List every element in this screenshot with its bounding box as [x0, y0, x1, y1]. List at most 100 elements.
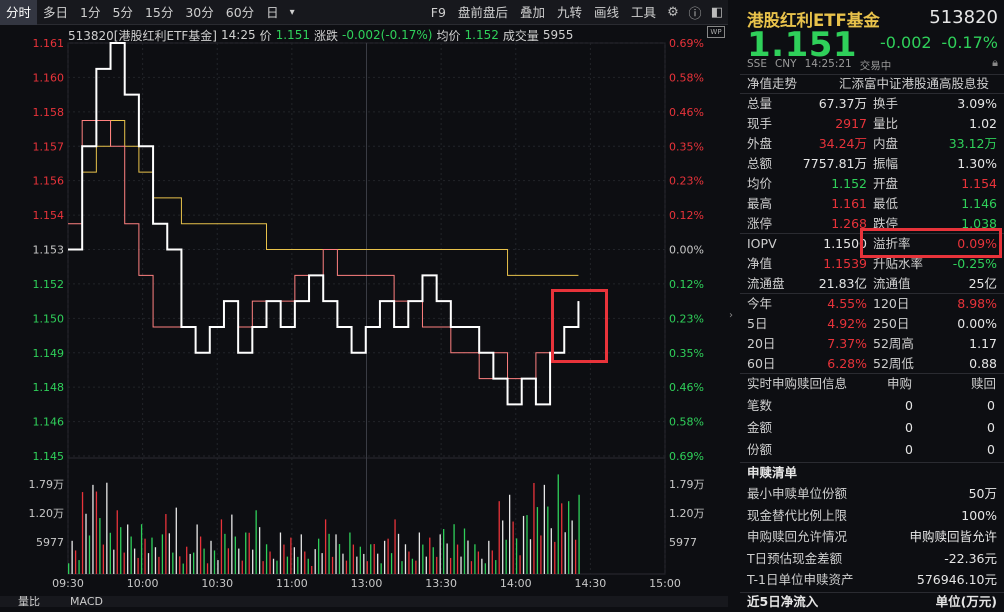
- volume-bar: [273, 559, 274, 574]
- volume-bar: [158, 557, 159, 574]
- volume-bar: [221, 519, 222, 574]
- volume-bar: [558, 474, 559, 574]
- stat-value: 34.24万: [819, 134, 867, 154]
- collapse-arrow-icon[interactable]: ›: [729, 310, 733, 321]
- volume-bar: [120, 527, 121, 574]
- sg-label: 份额: [747, 440, 772, 460]
- volume-bar: [214, 550, 215, 574]
- tab-macd[interactable]: MACD: [70, 596, 103, 607]
- volume-bar: [82, 492, 83, 574]
- stat-row: 60日6.28%52周低0.88: [747, 354, 997, 374]
- tab-volume-ratio[interactable]: 量比: [18, 596, 40, 607]
- volume-bar: [346, 561, 347, 574]
- lock-icon[interactable]: 🔒︎: [992, 56, 998, 70]
- list-item: 申购赎回允许情况申购赎回皆允许: [747, 527, 997, 547]
- sg-row: 笔数00: [747, 396, 997, 416]
- price-change-pct: -0.17%: [941, 33, 998, 52]
- y-tick-label: 1.148: [33, 381, 65, 394]
- volume-bar: [481, 559, 482, 574]
- volume-bar: [141, 524, 142, 574]
- nav-trend-row[interactable]: 净值走势 汇添富中证港股通高股息投: [747, 74, 997, 94]
- volume-bar: [443, 529, 444, 574]
- stat-value: 25亿: [969, 274, 997, 294]
- volume-bar: [235, 537, 236, 574]
- volume-bar: [446, 543, 447, 574]
- volume-bar: [200, 537, 201, 574]
- volume-bar: [183, 564, 184, 574]
- stat-label: 5日: [747, 314, 767, 334]
- list-item: T-1日单位申赎资产576946.10元: [747, 570, 997, 590]
- volume-bar: [381, 563, 382, 574]
- volume-bar: [266, 544, 267, 574]
- wp-icon[interactable]: WP: [707, 26, 725, 38]
- volume-bar: [401, 561, 402, 574]
- stat-row: 总量67.37万换手3.09%: [747, 94, 997, 114]
- x-tick-label: 13:00: [351, 577, 383, 590]
- stat-row: 流通盘21.83亿流通值25亿: [747, 274, 997, 294]
- volume-bar: [453, 524, 454, 574]
- sg-label: 笔数: [747, 396, 772, 416]
- volume-bar: [485, 563, 486, 574]
- volume-bar: [377, 554, 378, 574]
- volume-bar: [287, 557, 288, 574]
- pct-tick-label: 0.23%: [669, 175, 704, 188]
- stat-label: 总量: [747, 94, 772, 114]
- chart-info-line: 513820[港股红利ETF基金] 14:25 价 1.151 涨跌 -0.00…: [68, 26, 668, 44]
- y-tick-label: 1.160: [33, 71, 65, 84]
- volume-bar: [353, 545, 354, 574]
- stat-label: 120日: [873, 294, 909, 314]
- volume-bar: [172, 553, 173, 574]
- volume-bar: [426, 557, 427, 574]
- stat-value: 33.12万: [949, 134, 997, 154]
- volume-bar: [551, 528, 552, 574]
- volume-bar: [433, 547, 434, 574]
- volume-bar: [457, 545, 458, 574]
- stat-label: 净值: [747, 254, 772, 274]
- y-tick-label: 1.150: [33, 312, 65, 325]
- pct-tick-label: 0.69%: [669, 37, 704, 50]
- x-tick-label: 09:30: [52, 577, 84, 590]
- volume-bar: [339, 544, 340, 574]
- volume-bar: [280, 533, 281, 574]
- volume-bar: [488, 541, 489, 574]
- y-tick-label: 1.152: [33, 278, 65, 291]
- volume-bar: [492, 550, 493, 574]
- volume-bar: [349, 533, 350, 574]
- stat-label: 流通盘: [747, 274, 785, 294]
- y-tick-label: 1.161: [33, 37, 65, 50]
- volume-bar: [318, 539, 319, 574]
- currency: CNY: [775, 58, 797, 73]
- intraday-chart[interactable]: 1.1610.69%1.1600.58%1.1580.46%1.1570.35%…: [0, 0, 728, 596]
- vol-pct-tick-label: 1.79万: [669, 478, 705, 491]
- trade-status: 交易中: [860, 58, 892, 73]
- volume-bar: [99, 518, 100, 574]
- volume-bar: [217, 560, 218, 574]
- sg-value: 0: [905, 418, 913, 438]
- y-tick-label: 1.156: [33, 175, 65, 188]
- volume-bar: [478, 552, 479, 574]
- vol-tick-label: 1.20万: [29, 507, 65, 520]
- stat-label: 最低: [873, 194, 898, 214]
- quote-meta: SSE CNY 14:25:21 交易中: [747, 58, 891, 73]
- vol-label: 成交量: [503, 27, 539, 44]
- volume-bar: [262, 561, 263, 574]
- stat-value: 7757.81万: [803, 154, 867, 174]
- vol-tick-label: 5977: [36, 536, 64, 549]
- footer-row: 近5日净流入 单位(万元): [747, 592, 997, 612]
- stat-row: 5日4.92%250日0.00%: [747, 314, 997, 334]
- volume-bar: [509, 495, 510, 574]
- volume-bar: [117, 510, 118, 574]
- list-title: 申赎清单: [747, 463, 797, 483]
- list-label: T-1日单位申赎资产: [747, 570, 853, 590]
- volume-bar: [134, 549, 135, 574]
- volume-bar: [210, 541, 211, 574]
- avg-label: 均价: [436, 27, 460, 44]
- volume-bar: [294, 547, 295, 574]
- volume-bar: [89, 535, 90, 574]
- volume-bar: [415, 561, 416, 574]
- volume-bar: [203, 549, 204, 574]
- volume-bar: [495, 560, 496, 574]
- volume-bar: [471, 561, 472, 574]
- stat-label: 量比: [873, 114, 898, 134]
- volume-bar: [92, 485, 93, 574]
